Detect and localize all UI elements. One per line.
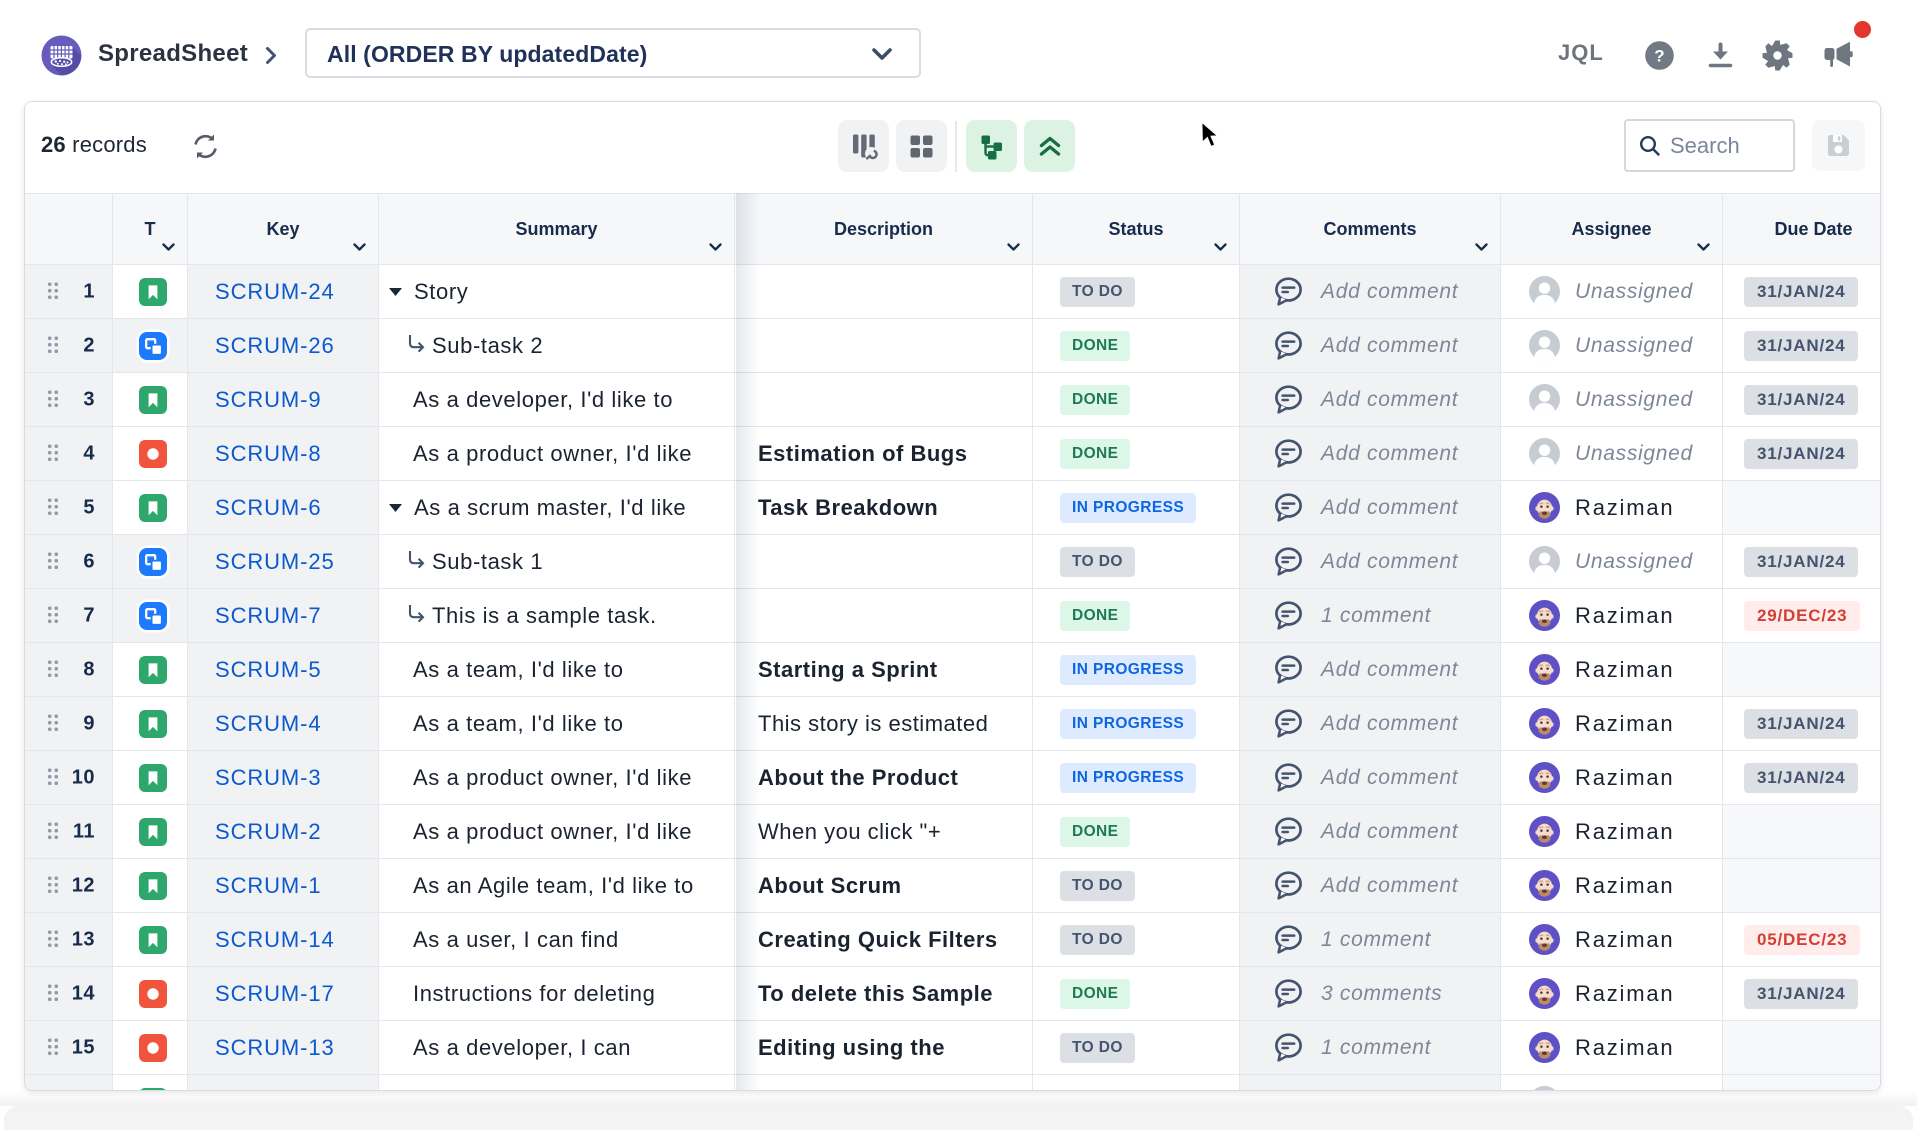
svg-text:?: ? <box>1654 47 1664 66</box>
